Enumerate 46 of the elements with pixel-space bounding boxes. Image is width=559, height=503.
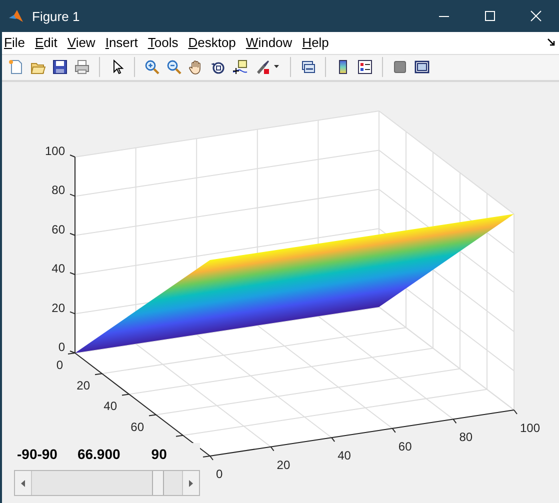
window-icon[interactable] — [414, 59, 430, 76]
dock-arrow-icon[interactable] — [547, 38, 556, 48]
menu-item[interactable]: Window — [246, 35, 300, 50]
brush-icon[interactable] — [254, 59, 270, 76]
right-arrow-icon[interactable] — [189, 480, 193, 486]
menu-item[interactable]: Insert — [105, 35, 146, 50]
save-icon[interactable] — [52, 59, 68, 76]
tick-label: 60 — [130, 420, 144, 434]
zoom-out-icon[interactable] — [166, 59, 182, 76]
zoom-in-icon[interactable] — [144, 59, 160, 76]
square-icon[interactable] — [392, 59, 408, 76]
new-file-icon[interactable] — [8, 59, 24, 76]
range-label: -90-90 — [17, 446, 58, 464]
app-icon — [8, 8, 24, 24]
tick-label: 0 — [216, 467, 223, 481]
legend-icon[interactable] — [357, 59, 373, 76]
menu-item[interactable]: Tools — [148, 35, 186, 50]
tick-label: 20 — [76, 378, 90, 393]
rotate-icon[interactable] — [210, 59, 226, 76]
tick-label: 100 — [44, 144, 65, 158]
window-title: Figure 1 — [32, 8, 80, 24]
slider-thumb[interactable] — [152, 471, 164, 495]
link-icon[interactable] — [300, 59, 316, 76]
left-arrow-icon[interactable] — [21, 480, 25, 486]
data-tip-icon[interactable] — [232, 59, 248, 76]
slider-scrollbar[interactable] — [14, 470, 200, 496]
max-label: 90 — [151, 446, 167, 464]
tick-label: 60 — [398, 439, 412, 454]
tick-label: 0 — [56, 358, 63, 372]
tick-label: 20 — [52, 300, 65, 315]
print-icon[interactable] — [74, 59, 90, 76]
value-label: 66.900 — [77, 446, 120, 464]
menu-item[interactable]: Edit — [34, 35, 66, 50]
tick-label: 60 — [52, 222, 65, 236]
tick-label: 40 — [52, 262, 65, 276]
tick-label: 0 — [58, 340, 65, 354]
menu-item[interactable]: File — [4, 35, 33, 50]
tick-label: 20 — [276, 458, 290, 472]
menu-item[interactable]: Help — [302, 35, 337, 50]
tick-label: 40 — [104, 399, 117, 414]
menu-item[interactable]: View — [67, 35, 104, 50]
menu-item[interactable]: Desktop — [188, 35, 244, 50]
tick-label: 100 — [520, 421, 540, 435]
tick-label: 40 — [338, 448, 351, 463]
tick-label: 80 — [459, 430, 473, 444]
tick-label: 80 — [52, 183, 65, 198]
